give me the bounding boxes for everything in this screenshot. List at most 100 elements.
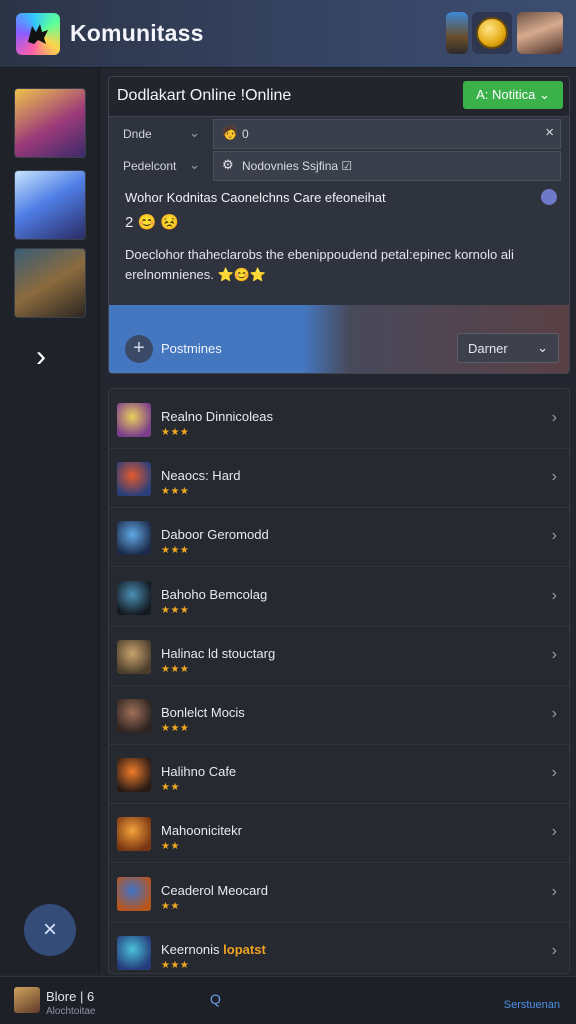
game-thumbnail-1[interactable]	[14, 88, 86, 158]
chevron-right-icon[interactable]: ›	[552, 764, 557, 782]
rating-stars: ★★	[161, 900, 180, 912]
game-icon	[117, 462, 151, 497]
list-item[interactable]: Realno Dinnicoleas ★★★ ›	[109, 391, 571, 449]
filter-value-1: 0	[242, 127, 249, 141]
top-bar: Komunitass	[0, 0, 576, 68]
list-item[interactable]: Daboor Geromodd ★★★ ›	[109, 509, 571, 568]
avatar[interactable]	[517, 12, 563, 54]
coin-icon[interactable]	[472, 12, 512, 54]
bottom-label: Blore | 6	[46, 989, 95, 1004]
card-body-text: Doeclohor thaheclarobs the ebenippoudend…	[125, 247, 514, 282]
card-header: Dodlakart Online !Online A: Notitica ⌄	[109, 77, 569, 117]
clear-icon[interactable]: ×	[545, 124, 554, 141]
game-icon	[117, 521, 151, 556]
game-icon	[117, 699, 151, 733]
list-item[interactable]: Bonlelct Mocis ★★★ ›	[109, 687, 571, 745]
game-thumbnail-2[interactable]	[14, 170, 86, 240]
card-heading-text: Wohor Kodnitas Caonelchns Care efeoneiha…	[125, 190, 386, 205]
filter-row-2: Pedelcont ⌄ ⚙ Nodovnies Ssjfina ☑	[109, 151, 569, 181]
list-item-title: Halihno Cafe	[161, 764, 237, 780]
list-item-title: Bonlelct Mocis	[161, 705, 245, 720]
filter-row-1: Dnde ⌄ 🧑 0 ×	[109, 119, 569, 149]
game-icon	[117, 935, 151, 970]
game-thumbnail-3[interactable]	[14, 248, 86, 318]
filter-value-2: Nodovnies Ssjfina ☑	[242, 159, 353, 173]
filter-label-2: Pedelcont	[123, 159, 177, 173]
filter-field-2[interactable]: ⚙ Nodovnies Ssjfina ☑	[213, 151, 561, 181]
rating-stars: ★★★	[161, 723, 190, 734]
game-icon	[117, 403, 151, 437]
search-icon[interactable]: Q	[210, 991, 221, 1007]
close-icon[interactable]: ×	[24, 904, 76, 956]
list-item-name: Ceaderol Meocard	[161, 883, 268, 898]
wolf-icon	[28, 24, 48, 44]
list-item[interactable]: Mahoonicitekr ★★ ›	[109, 805, 571, 864]
list-item-highlight: lopatst	[223, 941, 266, 957]
bottom-bar: Blore | 6 Alochtoitae Q Serstuenan	[0, 976, 576, 1024]
game-icon	[117, 639, 151, 674]
game-list: Realno Dinnicoleas ★★★ › Neaocs: Hard ★★★ › Da…	[108, 388, 571, 982]
reaction-emojis: 2 😊 😣	[125, 214, 180, 231]
rating-stars: ★★	[161, 782, 180, 794]
list-item-name: Halihno Cafe	[161, 764, 236, 779]
list-item-name: Keernonis lopatst	[161, 942, 266, 957]
list-item-name: Neaocs: Hard	[161, 468, 240, 483]
chevron-down-icon[interactable]: ⌄	[189, 157, 200, 173]
chevron-right-icon[interactable]: ›	[36, 340, 46, 374]
sort-select[interactable]: Darner ⌄	[457, 333, 559, 363]
list-item-name: Realno Dinnicoleas	[161, 409, 273, 424]
rating-stars: ★★★	[161, 959, 190, 971]
info-card: Dodlakart Online !Online A: Notitica ⌄ D…	[108, 76, 570, 374]
rating-stars: ★★★	[161, 604, 190, 616]
add-button[interactable]: +	[125, 335, 153, 363]
game-icon	[117, 580, 151, 615]
list-item-title: Neaocs: Hard	[161, 468, 241, 484]
list-item[interactable]: Bahoho Bemcolag ★★★ ›	[109, 569, 571, 627]
notification-button[interactable]: A: Notitica ⌄	[463, 81, 563, 109]
chevron-right-icon[interactable]: ›	[552, 587, 557, 605]
info-dot-icon[interactable]	[541, 189, 557, 205]
card-title: Dodlakart Online !Online	[117, 87, 292, 104]
chevron-right-icon[interactable]: ›	[552, 409, 557, 427]
chevron-right-icon[interactable]: ›	[552, 942, 557, 960]
app-logo-icon[interactable]	[16, 13, 60, 55]
user-icon: 🧑	[222, 125, 239, 140]
filter-field-1[interactable]: 🧑 0 ×	[213, 119, 561, 149]
user-thumbnail-icon[interactable]	[14, 987, 40, 1013]
settings-link[interactable]: Serstuenan	[504, 999, 560, 1011]
chevron-down-icon[interactable]: ⌄	[189, 125, 200, 141]
list-item-title: Ceaderol Meocard	[161, 882, 268, 898]
rating-stars: ★★★	[161, 663, 190, 675]
rating-stars: ★★★	[161, 486, 190, 498]
list-item-title: Realno Dinnicoleas	[161, 409, 274, 424]
chevron-right-icon[interactable]: ›	[552, 705, 557, 723]
list-item[interactable]: Halinac ld stouctarg ★★★ ›	[109, 628, 571, 686]
list-item-title: Keernonis	[161, 941, 220, 957]
list-item[interactable]: Neaocs: Hard ★★★ ›	[109, 450, 571, 509]
chevron-right-icon[interactable]: ›	[552, 468, 557, 486]
chevron-right-icon[interactable]: ›	[552, 823, 557, 841]
list-item[interactable]: Keernonis lopatst ★★★ ›	[109, 924, 571, 982]
filter-label-1: Dnde	[123, 127, 152, 141]
list-item-name: Mahoonicitekr	[161, 823, 242, 838]
chevron-right-icon[interactable]: ›	[552, 883, 557, 901]
list-item-title: Halinac ld stouctarg	[161, 645, 276, 661]
sidebar: ›	[0, 68, 100, 974]
chevron-right-icon[interactable]: ›	[552, 527, 557, 545]
chevron-down-icon: ⌄	[537, 340, 548, 355]
list-item-name: Halinac ld stouctarg	[161, 646, 275, 661]
rating-stars: ★★★	[161, 427, 190, 438]
rating-stars: ★★	[161, 841, 180, 853]
list-item[interactable]: Halihno Cafe ★★ ›	[109, 746, 571, 805]
game-icon	[117, 817, 151, 852]
app-title: Komunitass	[70, 20, 204, 46]
game-icon	[117, 758, 151, 793]
game-icon	[117, 876, 151, 911]
character-icon[interactable]	[446, 12, 468, 54]
list-item-title: Daboor Geromodd	[161, 527, 269, 543]
chevron-right-icon[interactable]: ›	[552, 646, 557, 664]
list-item-name: Bahoho Bemcolag	[161, 587, 267, 602]
sort-select-value: Darner	[468, 341, 508, 356]
rating-stars: ★★★	[161, 545, 190, 557]
list-item[interactable]: Ceaderol Meocard ★★ ›	[109, 865, 571, 923]
